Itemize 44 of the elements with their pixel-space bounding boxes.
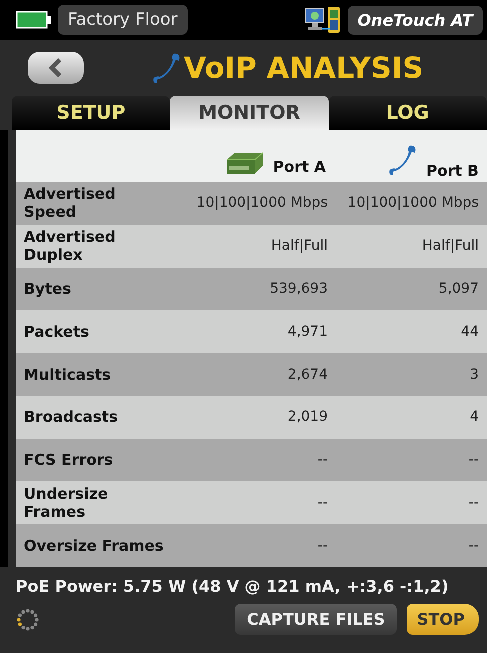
table-cell-text: -- [316,452,328,468]
tab[interactable]: LOG [328,96,487,130]
table-cell-text: 4,971 [286,324,328,340]
table-cell-text: -- [316,494,328,511]
column-header: Port A [273,158,326,176]
table-cell-text: -- [316,538,328,554]
row-label: Undersize Frames [24,484,110,521]
poe-power-text: PoE Power: 5.75 W (48 V @ 121 mA, +:3,6 -:1,2) [16,576,450,598]
table-cell-text: -- [468,494,479,511]
row-label: Advertised Speed [24,185,117,222]
column-header: Port B [426,162,479,180]
table-cell-text: 539,693 [269,280,328,297]
row-label: Multicasts [24,366,112,384]
table-cell-text: 10|100|1000 Mbps [346,195,479,212]
table-cell-text: 44 [460,324,479,340]
table-cell-text: -- [468,538,479,554]
row-label: Bytes [24,280,72,298]
table-cell-text: 2,674 [286,366,328,383]
stop-button[interactable]: STOP [407,604,479,635]
network-devices-icon [304,5,342,35]
row-label: Advertised Duplex [24,228,117,264]
battery-icon [16,11,52,29]
table-cell-text: Half|Full [421,238,479,254]
table-cell-text: 5,097 [438,280,479,297]
row-label: Oversize Frames [24,536,164,555]
tab[interactable]: MONITOR [170,96,329,130]
table-cell-text: 10|100|1000 Mbps [196,195,328,212]
table-cell-text: -- [468,452,479,468]
row-label: FCS Errors [24,451,114,470]
device-name-button[interactable]: OneTouch AT [348,6,483,34]
page-title: VoIP ANALYSIS [184,51,424,85]
chevron-left-icon [49,58,63,78]
row-label: Packets [24,322,90,341]
back-button[interactable] [28,52,84,84]
table-cell-text: 4 [469,409,479,426]
row-label: Broadcasts [24,408,120,426]
location-button[interactable]: Factory Floor [58,5,188,35]
table-cell-text: 2,019 [286,409,328,426]
tab[interactable]: SETUP [12,96,170,130]
network-switch-icon [225,150,266,176]
capture-files-button[interactable]: CAPTURE FILES [235,604,398,635]
loading-spinner-icon [16,608,40,632]
table-cell-text: 3 [469,366,479,383]
table-cell-text: Half|Full [270,238,328,254]
